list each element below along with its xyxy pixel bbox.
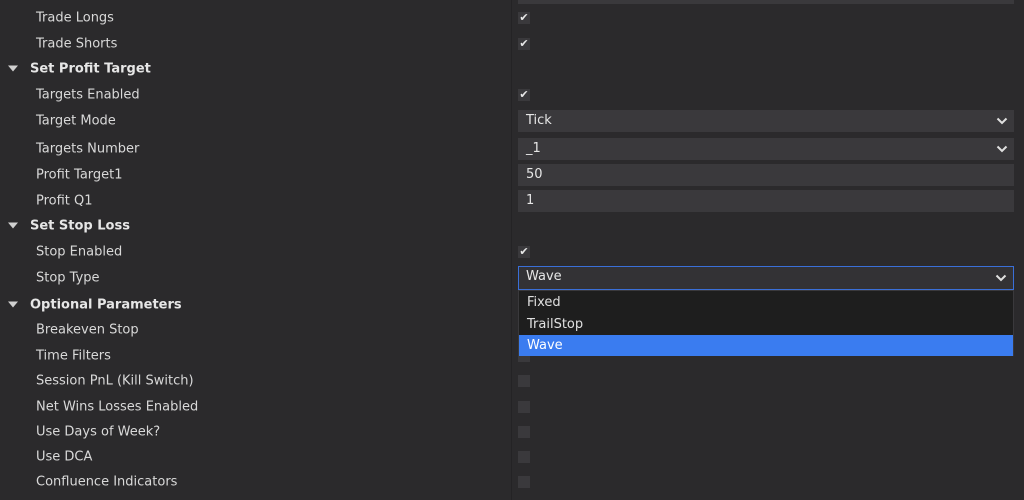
property-label: Target Mode (36, 113, 116, 129)
property-row-confluence-indicators: Confluence Indicators (0, 472, 1024, 492)
confluence-indicators-checkbox[interactable] (518, 476, 530, 488)
property-row-targets-number: Targets Number _1 (0, 138, 1024, 160)
chevron-down-icon (995, 274, 1007, 282)
property-row-session-pnl: Session PnL (Kill Switch) (0, 371, 1024, 391)
trade-longs-checkbox[interactable]: ✔ (518, 12, 530, 24)
property-row-profit-target1: Profit Target1 50 (0, 164, 1024, 186)
property-label: Trade Shorts (36, 36, 118, 52)
property-row-use-dca: Use DCA (0, 447, 1024, 467)
property-label: Net Wins Losses Enabled (36, 399, 199, 415)
property-label: Use Days of Week? (36, 424, 161, 440)
select-value: Tick (526, 113, 552, 128)
property-label: Use DCA (36, 449, 93, 465)
property-label: Trade Longs (36, 10, 114, 26)
use-dca-checkbox[interactable] (518, 451, 530, 463)
property-label: Profit Q1 (36, 193, 93, 209)
input-value: 50 (526, 167, 543, 182)
property-row-stop-enabled: Stop Enabled ✔ (0, 242, 1024, 262)
target-mode-select[interactable]: Tick (518, 110, 1014, 132)
caret-down-icon[interactable] (8, 222, 18, 228)
property-label: Time Filters (36, 348, 111, 364)
stop-enabled-checkbox[interactable]: ✔ (518, 246, 530, 258)
targets-enabled-checkbox[interactable]: ✔ (518, 89, 530, 101)
dropdown-option-fixed[interactable]: Fixed (519, 292, 1013, 313)
select-value: Wave (526, 269, 562, 284)
property-row-net-wins-losses: Net Wins Losses Enabled (0, 397, 1024, 417)
property-row-use-days-of-week: Use Days of Week? (0, 422, 1024, 442)
caret-down-icon[interactable] (8, 301, 18, 307)
targets-number-select[interactable]: _1 (518, 138, 1014, 160)
select-value: _1 (526, 141, 541, 156)
property-row-target-mode: Target Mode Tick (0, 110, 1024, 132)
net-wins-losses-checkbox[interactable] (518, 401, 530, 413)
property-row-trade-longs: Trade Longs ✔ (0, 8, 1024, 28)
stop-type-select[interactable]: Wave (518, 266, 1014, 290)
category-header-profit-target[interactable]: Set Profit Target (0, 59, 1024, 79)
profit-target1-input[interactable]: 50 (518, 164, 1014, 186)
dropdown-option-trailstop[interactable]: TrailStop (519, 314, 1013, 335)
trade-shorts-checkbox[interactable]: ✔ (518, 38, 530, 50)
property-row-profit-q1: Profit Q1 1 (0, 190, 1024, 212)
dropdown-option-wave[interactable]: Wave (519, 335, 1013, 356)
property-label: Stop Enabled (36, 244, 123, 260)
property-row-targets-enabled: Targets Enabled ✔ (0, 85, 1024, 105)
category-title: Set Profit Target (8, 62, 151, 77)
property-label: Confluence Indicators (36, 474, 178, 490)
previous-field-edge (518, 0, 1014, 4)
caret-down-icon[interactable] (8, 65, 18, 71)
stop-type-dropdown-list: Fixed TrailStop Wave (518, 290, 1014, 356)
input-value: 1 (526, 193, 535, 208)
category-title: Optional Parameters (8, 298, 182, 313)
session-pnl-checkbox[interactable] (518, 375, 530, 387)
property-label: Breakeven Stop (36, 322, 139, 338)
property-label: Targets Enabled (36, 87, 140, 103)
profit-q1-input[interactable]: 1 (518, 190, 1014, 212)
chevron-down-icon (996, 117, 1008, 125)
property-label: Session PnL (Kill Switch) (36, 373, 194, 389)
property-row-stop-type: Stop Type Wave (0, 266, 1024, 290)
property-label: Stop Type (36, 270, 100, 286)
use-days-of-week-checkbox[interactable] (518, 426, 530, 438)
property-label: Targets Number (36, 141, 140, 157)
category-title: Set Stop Loss (8, 219, 130, 234)
chevron-down-icon (996, 145, 1008, 153)
property-label: Profit Target1 (36, 167, 123, 183)
property-row-trade-shorts: Trade Shorts ✔ (0, 34, 1024, 54)
category-header-stop-loss[interactable]: Set Stop Loss (0, 216, 1024, 236)
